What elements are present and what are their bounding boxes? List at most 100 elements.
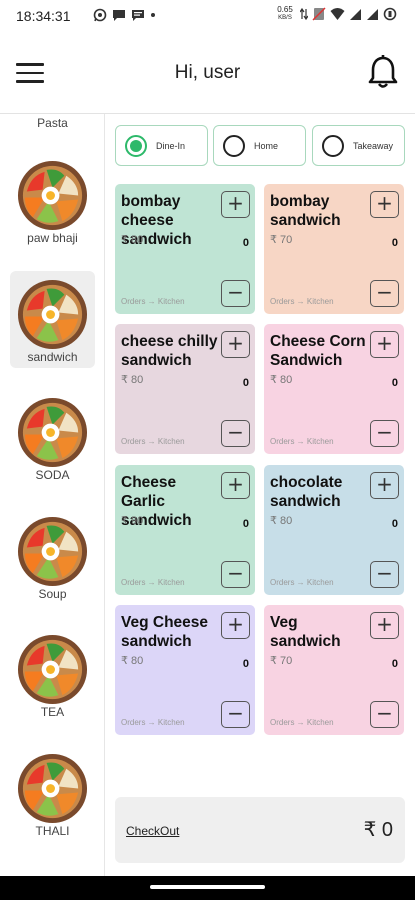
plus-icon[interactable]: +	[221, 612, 250, 639]
product-card[interactable]: Cheese Corn Sandwich ₹ 80 0 Orders → Kit…	[264, 324, 404, 454]
minus-icon[interactable]: −	[221, 561, 250, 588]
category-thumbnail	[17, 516, 88, 587]
product-price: ₹ 80	[270, 515, 293, 527]
category-item[interactable]: SODA	[10, 389, 95, 486]
message-icon	[132, 10, 144, 21]
product-price: ₹ 70	[270, 234, 293, 246]
net-speed: 0.65	[277, 5, 293, 14]
app-header: Hi, user	[0, 32, 415, 114]
category-item[interactable]: paw bhaji	[10, 152, 95, 249]
product-card[interactable]: chocolate sandwich ₹ 80 0 Orders → Kitch…	[264, 465, 404, 595]
checkout-bar: CheckOut ₹ 0	[115, 797, 405, 863]
plus-icon[interactable]: +	[221, 191, 250, 218]
product-card[interactable]: cheese chilly sandwich ₹ 80 0 Orders → K…	[115, 324, 255, 454]
product-price: ₹ 90	[121, 515, 144, 527]
status-time: 18:34:31	[16, 8, 71, 24]
product-name: chocolate sandwich	[270, 474, 343, 510]
category-label: SODA	[35, 468, 70, 482]
product-card[interactable]: bombay sandwich ₹ 70 0 Orders → Kitchen …	[264, 184, 404, 314]
category-item[interactable]: Soup	[10, 508, 95, 605]
bell-icon[interactable]	[367, 54, 399, 90]
product-card[interactable]: Veg sandwich ₹ 70 0 Orders → Kitchen + −	[264, 605, 404, 735]
category-thumbnail	[17, 397, 88, 468]
minus-icon[interactable]: −	[370, 561, 399, 588]
product-quantity: 0	[391, 518, 398, 530]
product-quantity: 0	[391, 377, 398, 389]
product-price: ₹ 80	[121, 374, 144, 386]
category-thumbnail	[17, 279, 88, 350]
product-quantity: 0	[391, 658, 398, 670]
minus-icon[interactable]: −	[370, 420, 399, 447]
product-quantity: 0	[242, 518, 249, 530]
product-route-note: Orders → Kitchen	[270, 578, 334, 587]
plus-icon[interactable]: +	[370, 472, 399, 499]
product-route-note: Orders → Kitchen	[270, 437, 334, 446]
radio-icon[interactable]	[125, 135, 147, 157]
product-name: Cheese Corn Sandwich	[270, 333, 366, 369]
signal-icon	[350, 9, 361, 20]
dot-icon	[151, 13, 155, 17]
plus-icon[interactable]: +	[370, 191, 399, 218]
category-label: paw bhaji	[27, 231, 78, 245]
minus-icon[interactable]: −	[221, 701, 250, 728]
status-bar: 18:34:31 0.65 KB/S	[0, 0, 415, 32]
product-price: ₹ 80	[121, 655, 144, 667]
product-card[interactable]: Cheese Garlic sandwich ₹ 90 0 Orders → K…	[115, 465, 255, 595]
order-type-option[interactable]: Home	[213, 125, 306, 166]
product-price: ₹ 80	[270, 374, 293, 386]
product-quantity: 0	[391, 237, 398, 249]
product-route-note: Orders → Kitchen	[121, 297, 185, 306]
product-quantity: 0	[242, 658, 249, 670]
order-type-label: Home	[254, 141, 279, 151]
order-type-option[interactable]: Takeaway	[312, 125, 405, 166]
whatsapp-icon	[93, 8, 107, 22]
category-item[interactable]: sandwich	[10, 270, 95, 368]
minus-icon[interactable]: −	[370, 701, 399, 728]
speed-icon: 0.65 KB/S	[274, 6, 296, 22]
product-card[interactable]: Veg Cheese sandwich ₹ 80 0 Orders → Kitc…	[115, 605, 255, 735]
product-price: ₹ 80	[121, 234, 144, 246]
plus-icon[interactable]: +	[370, 612, 399, 639]
checkout-link[interactable]: CheckOut	[126, 824, 179, 838]
product-quantity: 0	[242, 377, 249, 389]
category-label: THALI	[35, 823, 70, 838]
minus-icon[interactable]: −	[221, 280, 250, 307]
greeting-title: Hi, user	[174, 62, 241, 83]
category-item[interactable]: THALI	[10, 745, 95, 842]
category-sidebar: Pasta paw bhaji sandwich SODA Soup TEA T…	[0, 114, 105, 876]
plus-icon[interactable]: +	[370, 331, 399, 358]
system-icons: 0.65 KB/S	[274, 6, 397, 22]
category-partial-label[interactable]: Pasta	[0, 116, 104, 130]
radio-icon[interactable]	[322, 135, 344, 157]
order-type-label: Takeaway	[353, 141, 394, 151]
net-speed-unit: KB/S	[278, 15, 292, 21]
plus-icon[interactable]: +	[221, 472, 250, 499]
checkout-total: ₹ 0	[363, 819, 393, 841]
product-name: Veg sandwich	[270, 614, 341, 650]
product-route-note: Orders → Kitchen	[121, 437, 185, 446]
radio-icon[interactable]	[223, 135, 245, 157]
minus-icon[interactable]: −	[221, 420, 250, 447]
product-route-note: Orders → Kitchen	[270, 718, 334, 727]
product-name: cheese chilly sandwich	[121, 333, 218, 369]
home-gesture-bar[interactable]	[150, 885, 265, 889]
order-type-option[interactable]: Dine-In	[115, 125, 208, 166]
notification-icons	[93, 8, 156, 22]
plus-icon[interactable]: +	[221, 331, 250, 358]
category-thumbnail	[17, 634, 88, 705]
chat-icon	[113, 10, 125, 21]
category-thumbnail	[17, 753, 88, 824]
category-label: TEA	[40, 705, 65, 719]
category-label: sandwich	[27, 349, 78, 364]
product-route-note: Orders → Kitchen	[121, 578, 185, 587]
product-price: ₹ 70	[270, 655, 293, 667]
product-route-note: Orders → Kitchen	[121, 718, 185, 727]
battery-icon	[383, 7, 397, 21]
category-item[interactable]: TEA	[10, 626, 95, 723]
product-card[interactable]: bombay cheese sandwich ₹ 80 0 Orders → K…	[115, 184, 255, 314]
product-quantity: 0	[242, 237, 249, 249]
category-label: Soup	[38, 586, 67, 601]
minus-icon[interactable]: −	[370, 280, 399, 307]
category-thumbnail	[17, 160, 88, 231]
wifi-icon	[330, 8, 345, 20]
